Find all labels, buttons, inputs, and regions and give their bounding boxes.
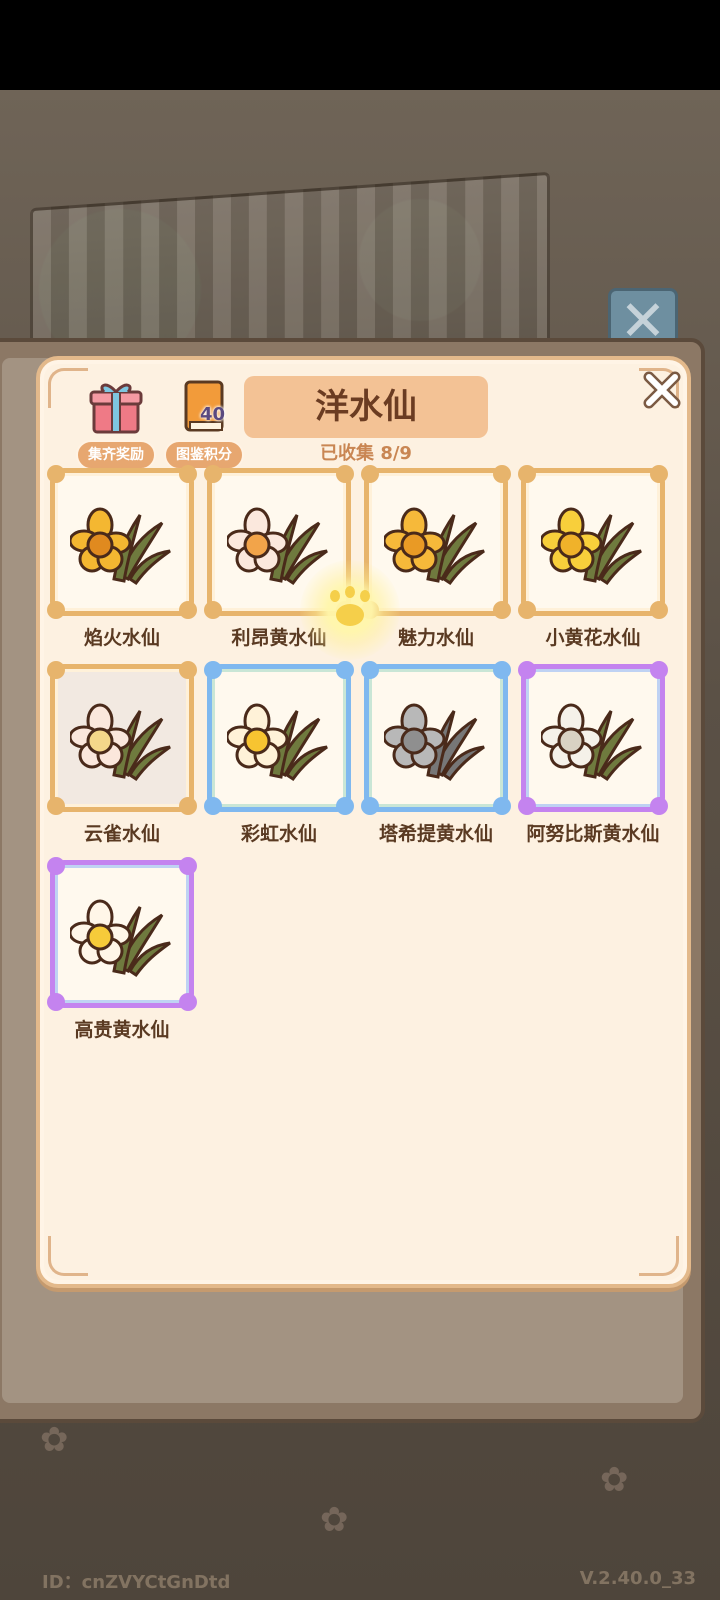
flower-card-name: 彩虹水仙 xyxy=(240,823,317,845)
flower-card-name: 高贵黄水仙 xyxy=(74,1019,170,1041)
close-icon xyxy=(643,371,681,409)
background-flower-icon: ✿ xyxy=(600,1460,629,1500)
daffodil-icon xyxy=(227,703,328,782)
paw-cursor-icon xyxy=(300,560,400,660)
card-frame xyxy=(47,857,197,1011)
background-flower-icon: ✿ xyxy=(320,1500,349,1540)
card-frame xyxy=(518,661,668,815)
background-flower-icon: ✿ xyxy=(40,1420,69,1460)
flower-card-name: 塔希提黄水仙 xyxy=(378,823,493,845)
flower-card[interactable]: 阿努比斯黄水仙 xyxy=(518,661,668,854)
card-frame xyxy=(47,661,197,815)
card-frame xyxy=(47,465,197,619)
daffodil-icon xyxy=(541,703,642,782)
flower-card-name: 焰火水仙 xyxy=(83,627,160,649)
collect-reward-button[interactable]: 集齐奖励 xyxy=(76,378,156,470)
daffodil-icon xyxy=(70,507,171,586)
collect-reward-label: 集齐奖励 xyxy=(76,440,156,470)
flower-card[interactable]: 焰火水仙 xyxy=(47,465,197,658)
flower-card[interactable]: 塔希提黄水仙 xyxy=(361,661,511,854)
daffodil-icon xyxy=(384,507,485,586)
collection-score-label: 图鉴积分 xyxy=(164,440,244,470)
flower-card[interactable]: 小黄花水仙 xyxy=(518,465,668,658)
daffodil-icon xyxy=(70,899,171,978)
flower-card-name: 阿努比斯黄水仙 xyxy=(526,823,660,845)
card-frame xyxy=(361,661,511,815)
flower-card[interactable]: 云雀水仙 xyxy=(47,661,197,854)
daffodil-icon xyxy=(70,703,171,782)
close-button[interactable] xyxy=(640,368,684,412)
flower-card-name: 云雀水仙 xyxy=(83,823,160,845)
flower-card[interactable]: 彩虹水仙 xyxy=(204,661,354,854)
daffodil-icon xyxy=(541,507,642,586)
flower-card[interactable]: 高贵黄水仙 xyxy=(47,857,197,1050)
collection-score-button[interactable]: 40 图鉴积分 xyxy=(164,378,244,470)
card-frame xyxy=(518,465,668,619)
user-id-label: ID：cnZVYCtGnDtd xyxy=(42,1572,231,1593)
score-value: 40 xyxy=(200,404,226,425)
gift-icon xyxy=(89,383,143,434)
flower-card-name: 小黄花水仙 xyxy=(545,627,641,649)
card-frame xyxy=(204,661,354,815)
collected-count: 已收集 8/9 xyxy=(320,443,412,464)
version-label: V.2.40.0_33 xyxy=(579,1568,696,1589)
status-bar xyxy=(0,0,720,90)
page-title: 洋水仙 xyxy=(244,376,488,438)
daffodil-icon xyxy=(384,703,485,782)
